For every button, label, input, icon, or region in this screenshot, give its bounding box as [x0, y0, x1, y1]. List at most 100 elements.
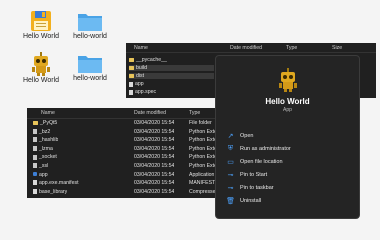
date-cell: 03/04/2020 15:54 [134, 171, 175, 178]
table-row[interactable]: _socket 03/04/2020 15:54 Python Exten [27, 154, 227, 160]
desktop-icon-hello-world-folder[interactable]: hello-world [60, 10, 120, 40]
pin-icon: ⊸ [227, 185, 234, 192]
date-cell: 03/04/2020 15:54 [134, 120, 175, 127]
column-header-type[interactable]: Type [286, 45, 297, 51]
column-header-type[interactable]: Type [189, 110, 200, 116]
file-name-cell: _lzma [33, 146, 53, 152]
file-icon [33, 189, 37, 195]
type-cell: Application [189, 171, 215, 178]
app-icon [33, 172, 37, 177]
file-name: app [39, 171, 48, 178]
item-name: app.spec [135, 89, 157, 96]
column-header-row: Name Date modified Type Size [126, 43, 376, 53]
file-name-cell: app [33, 172, 48, 178]
desktop-icon-label: hello-world [73, 75, 107, 82]
date-cell: 03/04/2020 15:54 [134, 128, 175, 135]
file-name: _lzma [39, 145, 53, 152]
file-name-cell: _hashlib [33, 137, 58, 143]
menu-item-label: Pin to taskbar [240, 185, 274, 191]
column-header-name[interactable]: Name [134, 45, 148, 51]
file-name: base_library [39, 188, 68, 195]
file-icon [33, 137, 37, 143]
type-cell: Compressed [189, 188, 219, 195]
desktop-icon-hello-world-folder-2[interactable]: hello-world [60, 52, 120, 82]
column-header-date[interactable]: Date modified [134, 110, 166, 116]
date-cell: 03/04/2020 15:54 [134, 188, 175, 195]
table-row[interactable]: _PyQt5 03/04/2020 15:54 File folder [27, 120, 227, 126]
app-subtitle: App [283, 107, 292, 113]
file-name: app.exe.manifest [39, 180, 79, 187]
date-cell: 03/04/2020 15:54 [134, 137, 175, 144]
table-row[interactable]: app.exe.manifest 03/04/2020 15:54 MANIFEST… [27, 180, 227, 186]
file-name-cell: app.exe.manifest [33, 180, 79, 186]
date-cell: 03/04/2020 15:54 [134, 180, 175, 187]
file-name: _bz2 [39, 128, 51, 135]
robot-icon [32, 52, 50, 76]
type-cell: File folder [189, 120, 212, 127]
folder-icon [78, 56, 102, 73]
file-name-cell: _ssl [33, 163, 48, 169]
menu-item-label: Uninstall [240, 198, 262, 204]
date-cell: 03/04/2020 15:54 [134, 145, 175, 152]
floppy-disk-icon [31, 11, 51, 31]
column-header-date[interactable]: Date modified [230, 45, 262, 51]
column-header-row: Name Date modified Type [27, 108, 227, 119]
menu-item-label: Open file location [240, 159, 283, 165]
menu-item-open[interactable]: ↗ Open [227, 130, 353, 142]
folder-icon [129, 74, 134, 79]
menu-item-open-file-location[interactable]: ▭ Open file location [227, 156, 353, 168]
file-icon [33, 163, 37, 169]
file-icon [33, 146, 37, 152]
app-title: Hello World [265, 97, 310, 106]
file-icon [33, 154, 37, 160]
shield-icon: ⛨ [227, 145, 234, 152]
file-name: _hashlib [39, 137, 59, 144]
menu-item-uninstall[interactable]: 🗑 Uninstall [226, 195, 353, 207]
menu-item-run-as-admin[interactable]: ⛨ Run as administrator [227, 143, 353, 155]
file-name-cell: _PyQt5 [33, 120, 57, 126]
list-item[interactable]: build [129, 65, 214, 72]
file-name-cell: base_library [33, 189, 67, 195]
item-name: __pycache__ [136, 57, 167, 64]
folder-icon [78, 14, 102, 31]
column-header-name[interactable]: Name [41, 110, 55, 116]
folder-open-icon: ▭ [227, 159, 234, 166]
pin-icon: ⊸ [227, 172, 234, 179]
menu-item-pin-to-taskbar[interactable]: ⊸ Pin to taskbar [227, 182, 353, 194]
file-icon [33, 180, 37, 186]
file-icon [129, 81, 133, 87]
item-name: build [136, 65, 147, 72]
file-icon [129, 89, 133, 95]
list-item[interactable]: dist [129, 73, 214, 80]
column-header-size[interactable]: Size [332, 45, 342, 51]
folder-icon [129, 58, 134, 63]
file-name: _ssl [39, 163, 49, 170]
date-cell: 03/04/2020 15:54 [134, 163, 175, 170]
menu-item-label: Open [240, 133, 254, 139]
table-row[interactable]: base_library 03/04/2020 15:54 Compressed [27, 189, 227, 195]
table-row[interactable]: _hashlib 03/04/2020 15:54 Python Exten [27, 137, 227, 143]
trash-icon: 🗑 [226, 198, 235, 205]
file-explorer-bottom: Name Date modified Type _PyQt5 03/04/2020… [27, 108, 227, 198]
table-row[interactable]: _ssl 03/04/2020 15:54 Python Exten [27, 163, 227, 169]
desktop-icon-label: hello-world [73, 33, 107, 40]
item-name: app [135, 81, 144, 88]
folder-icon [129, 66, 134, 71]
file-name: _PyQt5 [40, 120, 58, 127]
app-context-menu: Hello World App ↗ Open ⛨ Run as administra… [215, 55, 360, 219]
item-name: dist [136, 73, 145, 80]
table-row[interactable]: _bz2 03/04/2020 15:54 Python Exten [27, 129, 227, 135]
menu-item-label: Pin to Start [240, 172, 268, 178]
menu-item-label: Run as administrator [240, 146, 291, 152]
open-icon: ↗ [227, 133, 234, 140]
table-row[interactable]: _lzma 03/04/2020 15:54 Python Exten [27, 146, 227, 152]
file-icon [33, 128, 37, 134]
menu-item-pin-to-start[interactable]: ⊸ Pin to Start [227, 169, 353, 181]
file-name: _socket [39, 154, 57, 161]
file-name-cell: _bz2 [33, 129, 50, 135]
file-name-cell: _socket [33, 154, 57, 160]
table-row[interactable]: app 03/04/2020 15:54 Application [27, 172, 227, 178]
robot-icon [279, 68, 297, 92]
folder-icon [33, 120, 38, 125]
date-cell: 03/04/2020 15:54 [134, 154, 175, 161]
